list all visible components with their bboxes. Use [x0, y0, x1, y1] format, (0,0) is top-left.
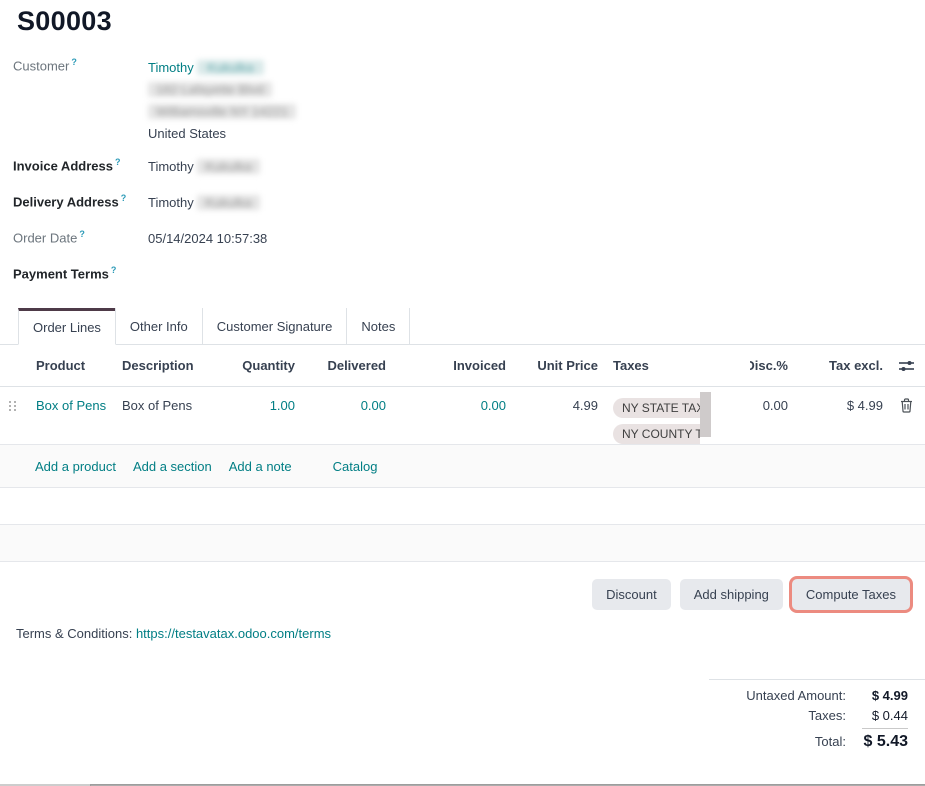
- row-drag-handle[interactable]: [0, 387, 32, 444]
- empty-row: [0, 488, 925, 525]
- col-header-tax-excl[interactable]: Tax excl.: [792, 345, 887, 386]
- table-footer-links: Add a product Add a section Add a note C…: [0, 445, 925, 488]
- delete-row-button[interactable]: [887, 387, 925, 444]
- invoice-address-redacted: Kukulka: [197, 159, 259, 174]
- totals-section: Untaxed Amount: $ 4.99 Taxes: $ 0.44 Tot…: [709, 679, 925, 751]
- cell-disc[interactable]: 0.00: [750, 387, 792, 444]
- tab-other-info[interactable]: Other Info: [115, 308, 203, 344]
- column-options-button[interactable]: [887, 345, 925, 386]
- field-invoice-address: Invoice Address? Timothy Kukulka: [13, 157, 925, 176]
- tax-tag-redaction: [700, 392, 711, 437]
- catalog-link[interactable]: Catalog: [333, 459, 378, 474]
- total-row: Total: $ 5.43: [709, 733, 908, 751]
- col-header-invoiced[interactable]: Invoiced: [390, 345, 510, 386]
- tab-notes[interactable]: Notes: [346, 308, 410, 344]
- drag-handle-icon: [9, 401, 16, 411]
- cell-invoiced[interactable]: 0.00: [390, 387, 510, 444]
- cell-taxes[interactable]: NY STATE TAX NY COUNTY TAX: [602, 387, 750, 444]
- empty-row: [0, 525, 925, 562]
- help-icon[interactable]: ?: [79, 229, 85, 239]
- help-icon[interactable]: ?: [115, 157, 121, 167]
- product-link[interactable]: Box of Pens: [36, 398, 106, 413]
- col-header-taxes[interactable]: Taxes: [602, 345, 750, 386]
- cell-quantity[interactable]: 1.00: [214, 387, 299, 444]
- invoice-address-value[interactable]: Timothy Kukulka: [148, 157, 260, 176]
- terms-link[interactable]: https://testavatax.odoo.com/terms: [136, 626, 331, 641]
- cell-unit-price[interactable]: 4.99: [510, 387, 602, 444]
- total-label: Total:: [815, 734, 846, 749]
- notebook-tabs: Order Lines Other Info Customer Signatur…: [0, 308, 925, 345]
- col-header-description[interactable]: Description: [118, 345, 214, 386]
- untaxed-amount-value: $ 4.99: [856, 688, 908, 703]
- taxes-row: Taxes: $ 0.44: [709, 708, 908, 723]
- taxes-value: $ 0.44: [856, 708, 908, 723]
- delivery-address-value[interactable]: Timothy Kukulka: [148, 193, 260, 212]
- untaxed-amount-row: Untaxed Amount: $ 4.99: [709, 688, 908, 703]
- discount-button[interactable]: Discount: [592, 579, 671, 610]
- col-header-disc[interactable]: Disc.%: [750, 345, 792, 386]
- total-value: $ 5.43: [856, 733, 908, 751]
- customer-address-line1: 182 Lafayette Blvd: [148, 82, 272, 97]
- help-icon[interactable]: ?: [71, 57, 77, 67]
- delivery-address-label: Delivery Address?: [13, 193, 148, 212]
- field-payment-terms: Payment Terms?: [13, 265, 925, 281]
- customer-country: United States: [148, 123, 296, 145]
- tab-customer-signature[interactable]: Customer Signature: [202, 308, 348, 344]
- tax-tag[interactable]: NY STATE TAX: [613, 398, 700, 418]
- payment-terms-label: Payment Terms?: [13, 265, 148, 281]
- customer-value: Timothy Kukulka 182 Lafayette Blvd Willi…: [148, 57, 296, 145]
- trash-icon: [900, 398, 913, 413]
- invoice-address-label: Invoice Address?: [13, 157, 148, 176]
- order-date-label: Order Date?: [13, 229, 148, 248]
- delivery-address-redacted: Kukulka: [197, 195, 259, 210]
- add-section-link[interactable]: Add a section: [133, 459, 212, 474]
- tab-order-lines[interactable]: Order Lines: [18, 308, 116, 345]
- taxes-label: Taxes:: [808, 708, 846, 723]
- field-section: Customer? Timothy Kukulka 182 Lafayette …: [13, 57, 925, 281]
- add-shipping-button[interactable]: Add shipping: [680, 579, 783, 610]
- field-delivery-address: Delivery Address? Timothy Kukulka: [13, 193, 925, 212]
- cell-product[interactable]: Box of Pens: [32, 387, 118, 444]
- help-icon[interactable]: ?: [121, 193, 127, 203]
- col-header-quantity[interactable]: Quantity: [214, 345, 299, 386]
- order-date-value[interactable]: 05/14/2024 10:57:38: [148, 229, 267, 248]
- customer-name-redacted: Kukulka: [197, 60, 263, 75]
- order-action-buttons: Discount Add shipping Compute Taxes: [0, 579, 925, 610]
- terms-and-conditions: Terms & Conditions: https://testavatax.o…: [16, 626, 925, 641]
- help-icon[interactable]: ?: [111, 265, 117, 275]
- table-row[interactable]: Box of Pens Box of Pens 1.00 0.00 0.00 4…: [0, 387, 925, 445]
- col-header-product[interactable]: Product: [32, 345, 118, 386]
- col-header-delivered[interactable]: Delivered: [299, 345, 390, 386]
- col-header-unit-price[interactable]: Unit Price: [510, 345, 602, 386]
- add-product-link[interactable]: Add a product: [35, 459, 116, 474]
- compute-taxes-button[interactable]: Compute Taxes: [792, 579, 910, 610]
- sliders-icon: [898, 359, 915, 373]
- customer-name-link[interactable]: Timothy: [148, 60, 194, 75]
- field-order-date: Order Date? 05/14/2024 10:57:38: [13, 229, 925, 248]
- customer-address-line2: Williamsville NY 14221: [148, 104, 296, 119]
- customer-label: Customer?: [13, 57, 148, 145]
- cell-delivered[interactable]: 0.00: [299, 387, 390, 444]
- totals-divider: [862, 728, 908, 729]
- tax-tag[interactable]: NY COUNTY TAX: [613, 424, 700, 444]
- add-note-link[interactable]: Add a note: [229, 459, 292, 474]
- table-header-row: Product Description Quantity Delivered I…: [0, 345, 925, 387]
- cell-tax-excl: $ 4.99: [792, 387, 887, 444]
- order-lines-table: Product Description Quantity Delivered I…: [0, 345, 925, 562]
- page-title: S00003: [17, 6, 925, 37]
- terms-label: Terms & Conditions:: [16, 626, 132, 641]
- cell-description[interactable]: Box of Pens: [118, 387, 214, 444]
- col-header-handle: [0, 345, 32, 386]
- field-customer: Customer? Timothy Kukulka 182 Lafayette …: [13, 57, 925, 145]
- untaxed-amount-label: Untaxed Amount:: [746, 688, 846, 703]
